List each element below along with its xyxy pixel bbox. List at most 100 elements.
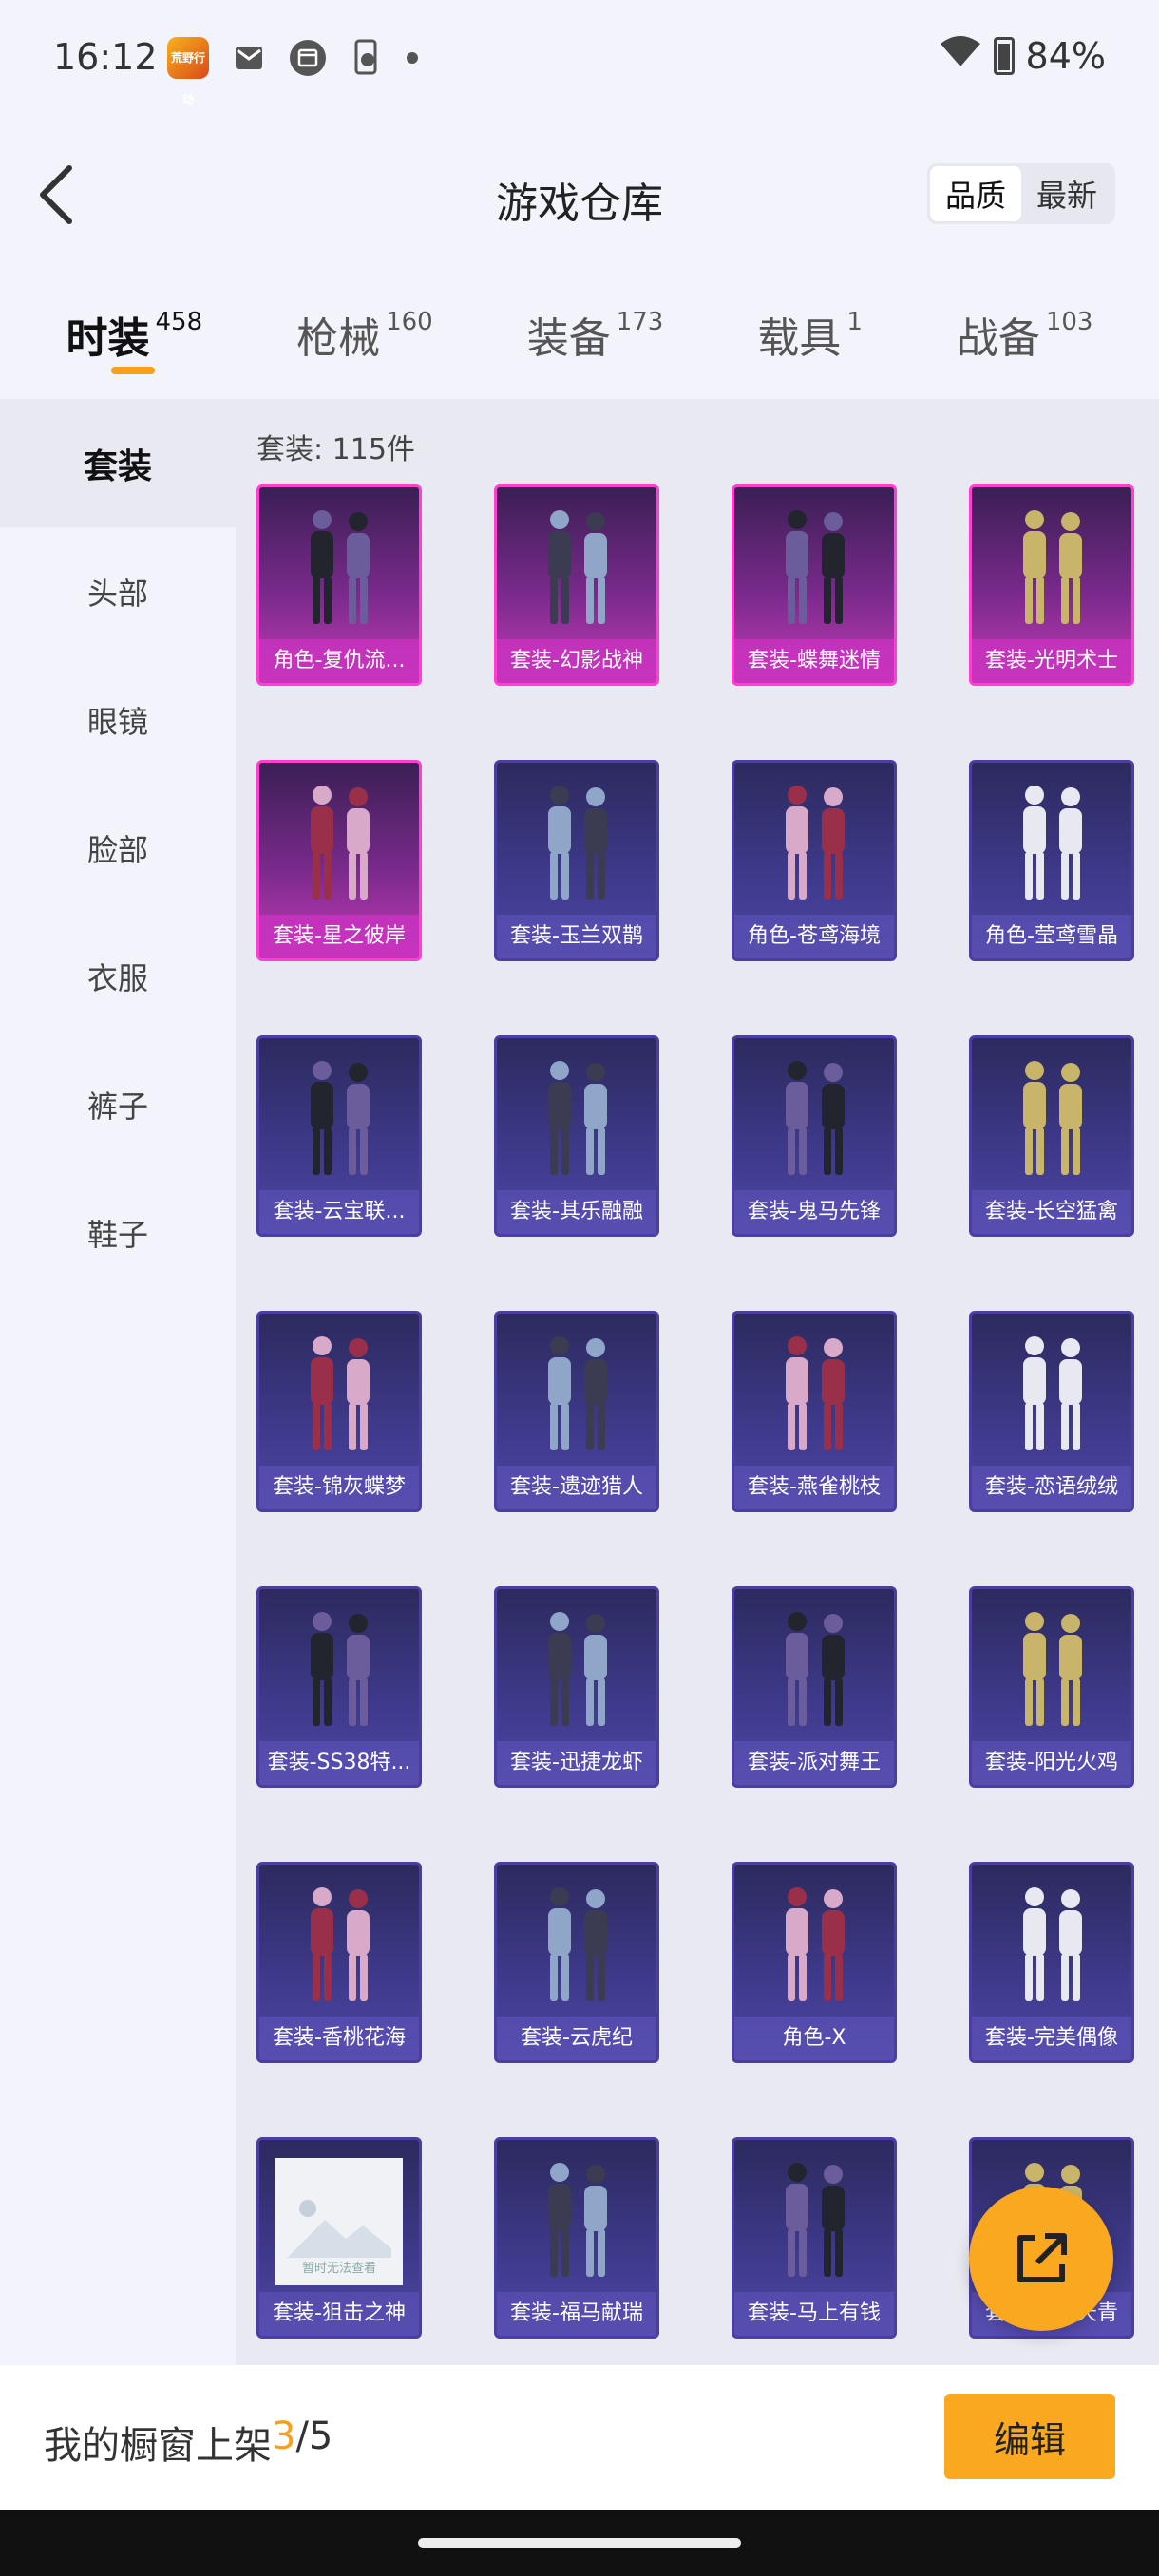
- tab-guns[interactable]: 枪械 160: [296, 285, 433, 399]
- item-card-label: 套装-遗迹猎人: [497, 1466, 656, 1509]
- item-card[interactable]: 角色-苍鸢海境: [732, 760, 897, 961]
- calendar-icon: [289, 39, 327, 77]
- item-card-label: 套装-恋语绒绒: [972, 1466, 1131, 1509]
- status-time: 16:12: [53, 36, 158, 78]
- tab-vehicles[interactable]: 载具 1: [757, 285, 863, 399]
- tab-count: 103: [1045, 308, 1093, 336]
- item-card-label: 套装-云宝联...: [259, 1190, 419, 1234]
- outfit-figure-icon: [497, 497, 656, 641]
- item-card-label: 套装-香桃花海: [259, 2017, 419, 2060]
- tab-label: 时装: [66, 314, 150, 363]
- item-card-label: 套装-玉兰双鹊: [497, 915, 656, 958]
- tab-count: 160: [386, 308, 433, 336]
- outfit-figure-icon: [259, 1048, 419, 1192]
- item-card-label: 套装-狙击之神: [259, 2292, 419, 2336]
- outfit-figure-icon: [972, 497, 1131, 641]
- outfit-figure-icon: [972, 1048, 1131, 1192]
- tab-label: 枪械: [296, 314, 381, 363]
- item-card-label: 套装-阳光火鸡: [972, 1741, 1131, 1785]
- item-card[interactable]: 套装-SS38特...: [256, 1586, 422, 1788]
- item-card[interactable]: 套装-鬼马先锋: [732, 1035, 897, 1237]
- item-card-label: 套装-燕雀桃枝: [734, 1466, 894, 1509]
- outfit-figure-icon: [734, 1599, 894, 1743]
- more-notifications-dot: [407, 52, 418, 64]
- outfit-figure-icon: [497, 2150, 656, 2294]
- item-card[interactable]: 套装-完美偶像: [969, 1862, 1134, 2063]
- item-card[interactable]: 套装-蝶舞迷情: [732, 484, 897, 686]
- sidebar-item-head[interactable]: 头部: [0, 527, 236, 655]
- sort-latest-button[interactable]: 最新: [1021, 166, 1112, 221]
- item-card[interactable]: 套装-其乐融融: [494, 1035, 659, 1237]
- outfit-figure-icon: [259, 1323, 419, 1468]
- item-card[interactable]: 套装-幻影战神: [494, 484, 659, 686]
- item-card-label: 套装-锦灰蝶梦: [259, 1466, 419, 1509]
- sidebar-item-pants[interactable]: 裤子: [0, 1040, 236, 1168]
- item-card[interactable]: 套装-长空猛禽: [969, 1035, 1134, 1237]
- item-card[interactable]: 角色-复仇流...: [256, 484, 422, 686]
- edit-button[interactable]: 编辑: [944, 2394, 1115, 2479]
- item-card[interactable]: 套装-迅捷龙虾: [494, 1586, 659, 1788]
- wifi-icon: [939, 34, 982, 77]
- outfit-figure-icon: [972, 1323, 1131, 1468]
- status-bar: 16:12 荒野行动 84%: [0, 0, 1159, 114]
- item-card[interactable]: 角色-X: [732, 1862, 897, 2063]
- outfit-figure-icon: [734, 1048, 894, 1192]
- item-card[interactable]: 套装-星之彼岸: [256, 760, 422, 961]
- item-content: 套装: 115件 角色-复仇流... 套装-幻影战神 套装-蝶舞迷情 套装-光明术士套…: [236, 399, 1159, 2365]
- item-card[interactable]: 套装-玉兰双鹊: [494, 760, 659, 961]
- outfit-figure-icon: [972, 1874, 1131, 2018]
- item-card[interactable]: 套装-派对舞王: [732, 1586, 897, 1788]
- outfit-figure-icon: [734, 1323, 894, 1468]
- item-card[interactable]: 套装-福马献瑞: [494, 2137, 659, 2339]
- status-right: 84%: [939, 34, 1106, 77]
- app-notification-icon: 荒野行动: [167, 37, 209, 106]
- outfit-figure-icon: [497, 1874, 656, 2018]
- sidebar-item-outfit[interactable]: 套装: [0, 399, 236, 527]
- item-card-label: 角色-复仇流...: [259, 639, 419, 683]
- outfit-figure-icon: [497, 1599, 656, 1743]
- notification-icons: 荒野行动: [167, 34, 418, 106]
- image-unavailable-placeholder: 暂时无法查看: [259, 2150, 419, 2294]
- item-card-label: 套装-蝶舞迷情: [734, 639, 894, 683]
- sidebar-item-face[interactable]: 脸部: [0, 784, 236, 912]
- sidebar-item-glasses[interactable]: 眼镜: [0, 655, 236, 784]
- item-card[interactable]: 暂时无法查看套装-狙击之神: [256, 2137, 422, 2339]
- tab-equipment[interactable]: 装备 173: [527, 285, 664, 399]
- item-card-label: 套装-幻影战神: [497, 639, 656, 683]
- item-card-label: 套装-迅捷龙虾: [497, 1741, 656, 1785]
- item-card[interactable]: 套装-遗迹猎人: [494, 1311, 659, 1512]
- tab-label: 装备: [526, 314, 611, 363]
- item-card[interactable]: 套装-云宝联...: [256, 1035, 422, 1237]
- tab-count: 1: [846, 308, 863, 336]
- outfit-figure-icon: [734, 1874, 894, 2018]
- item-card-label: 套装-鬼马先锋: [734, 1190, 894, 1234]
- mail-icon: [230, 39, 268, 77]
- active-tab-indicator: [111, 367, 156, 374]
- placeholder-image: 暂时无法查看: [276, 2158, 403, 2285]
- item-card-label: 套装-完美偶像: [972, 2017, 1131, 2060]
- sidebar-item-shoes[interactable]: 鞋子: [0, 1168, 236, 1297]
- item-card[interactable]: 套装-云虎纪: [494, 1862, 659, 2063]
- item-card[interactable]: 套装-燕雀桃枝: [732, 1311, 897, 1512]
- outfit-figure-icon: [497, 772, 656, 917]
- tab-combat-gear[interactable]: 战备 103: [957, 285, 1093, 399]
- item-card[interactable]: 角色-莹鸢雪晶: [969, 760, 1134, 961]
- battery-icon: [993, 36, 1015, 75]
- home-handle[interactable]: [418, 2538, 741, 2548]
- tab-count: 458: [155, 308, 203, 336]
- sort-quality-button[interactable]: 品质: [930, 166, 1021, 221]
- tab-label: 战备: [956, 314, 1040, 363]
- outfit-figure-icon: [497, 1048, 656, 1192]
- sidebar-item-clothes[interactable]: 衣服: [0, 912, 236, 1040]
- item-card[interactable]: 套装-马上有钱: [732, 2137, 897, 2339]
- item-card[interactable]: 套装-光明术士: [969, 484, 1134, 686]
- tab-fashion[interactable]: 时装 458: [66, 285, 202, 399]
- item-card[interactable]: 套装-香桃花海: [256, 1862, 422, 2063]
- item-card[interactable]: 套装-阳光火鸡: [969, 1586, 1134, 1788]
- item-card[interactable]: 套装-恋语绒绒: [969, 1311, 1134, 1512]
- share-button[interactable]: [969, 2187, 1113, 2331]
- showcase-count: 3: [272, 2415, 296, 2458]
- outfit-figure-icon: [734, 772, 894, 917]
- item-card[interactable]: 套装-锦灰蝶梦: [256, 1311, 422, 1512]
- sidebar: 套装 头部 眼镜 脸部 衣服 裤子 鞋子: [0, 399, 236, 2365]
